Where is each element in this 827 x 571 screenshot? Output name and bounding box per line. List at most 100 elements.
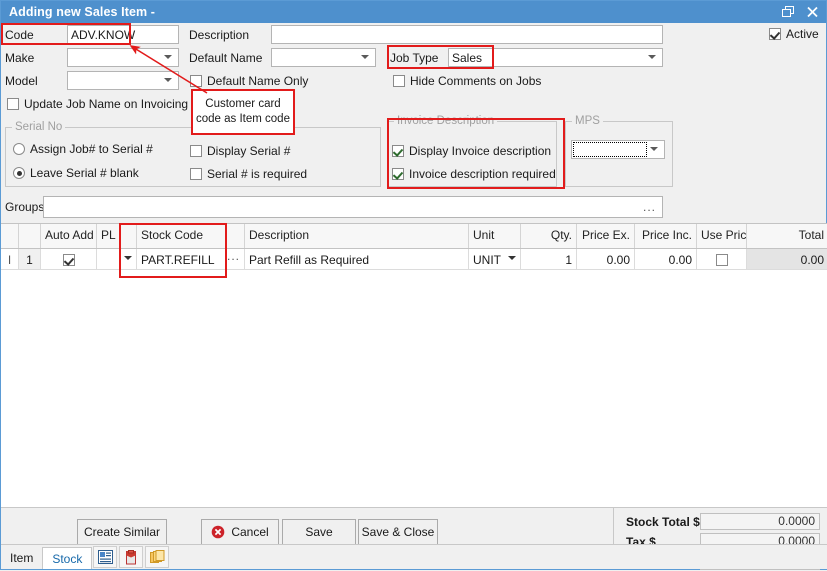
grid-col-description[interactable]: Description: [245, 224, 469, 248]
row-description-cell[interactable]: Part Refill as Required: [245, 249, 469, 269]
display-serial-label: Display Serial #: [207, 144, 291, 158]
default-name-combo[interactable]: [271, 48, 376, 67]
sales-item-window: Adding new Sales Item - Active Code ADV.…: [0, 0, 827, 570]
annotation-callout: Customer card code as Item code: [191, 89, 295, 135]
row-use-price-checkbox[interactable]: [715, 253, 728, 266]
tab-item[interactable]: Item: [1, 547, 42, 569]
grid-col-stock-code[interactable]: Stock Code: [137, 224, 245, 248]
serial-no-caption: Serial No: [12, 121, 66, 133]
assign-job-label: Assign Job# to Serial #: [30, 142, 153, 156]
row-unit-cell[interactable]: UNIT: [469, 249, 521, 269]
row-stock-code-cell[interactable]: PART.REFILL ...: [137, 249, 245, 269]
display-serial-row[interactable]: Display Serial #: [190, 144, 290, 158]
chevron-down-icon: [649, 144, 660, 155]
model-combo[interactable]: [67, 71, 179, 90]
restore-icon[interactable]: [776, 2, 800, 22]
leave-serial-label: Leave Serial # blank: [30, 166, 139, 180]
default-name-only-row[interactable]: Default Name Only: [190, 74, 308, 88]
code-input[interactable]: ADV.KNOW: [67, 25, 179, 44]
hide-comments-row[interactable]: Hide Comments on Jobs: [393, 74, 541, 88]
default-name-label: Default Name: [189, 51, 263, 65]
create-similar-button[interactable]: Create Similar: [77, 519, 167, 545]
grid-col-auto-add[interactable]: Auto Add: [41, 224, 97, 248]
grid-col-rownum: [19, 224, 41, 248]
hide-comments-checkbox[interactable]: [393, 75, 405, 87]
title-bar: Adding new Sales Item -: [1, 1, 826, 23]
row-price-inc-cell[interactable]: 0.00: [635, 249, 697, 269]
description-input[interactable]: [271, 25, 663, 44]
row-price-ex-cell[interactable]: 0.00: [577, 249, 635, 269]
make-label: Make: [5, 51, 35, 65]
details-list-icon[interactable]: [93, 546, 118, 568]
description-label: Description: [189, 28, 250, 42]
grid-col-price-ex[interactable]: Price Ex.: [577, 224, 635, 248]
update-job-name-label: Update Job Name on Invoicing: [24, 97, 189, 111]
chevron-down-icon[interactable]: [508, 256, 516, 260]
active-label: Active: [786, 27, 819, 41]
stock-total-row: Stock Total $ 0.0000: [626, 512, 820, 531]
clipboard-icon[interactable]: [119, 546, 144, 568]
row-use-price-cell[interactable]: [697, 249, 747, 269]
grid-col-qty[interactable]: Qty.: [521, 224, 577, 248]
assign-job-radio[interactable]: [13, 143, 25, 155]
invoice-required-row[interactable]: Invoice description required: [392, 167, 556, 181]
stock-total-label: Stock Total $: [626, 514, 700, 529]
groups-ellipsis-button[interactable]: ...: [643, 199, 656, 215]
display-invoice-row[interactable]: Display Invoice description: [392, 144, 551, 158]
job-type-combo[interactable]: Sales: [448, 48, 663, 67]
make-combo[interactable]: [67, 48, 179, 67]
grid-col-total[interactable]: Total: [747, 224, 827, 248]
row-unit-value: UNIT: [473, 252, 501, 267]
invoice-required-checkbox[interactable]: [392, 168, 404, 180]
close-icon[interactable]: [800, 2, 824, 22]
mps-combo[interactable]: [571, 140, 665, 159]
leave-serial-radio[interactable]: [13, 167, 25, 179]
leave-serial-radio-row[interactable]: Leave Serial # blank: [13, 166, 139, 180]
job-type-label: Job Type: [390, 51, 439, 65]
assign-job-radio-row[interactable]: Assign Job# to Serial #: [13, 142, 153, 156]
chevron-down-icon[interactable]: [124, 256, 132, 260]
items-grid: Auto Add PL Stock Code Description Unit …: [1, 223, 827, 507]
copy-pages-icon[interactable]: [145, 546, 170, 568]
callout-line-1: Customer card: [205, 98, 281, 110]
update-job-name-checkbox[interactable]: [7, 98, 19, 110]
save-close-button[interactable]: Save & Close: [358, 519, 438, 545]
display-invoice-checkbox[interactable]: [392, 145, 404, 157]
row-pl-cell[interactable]: [97, 249, 137, 269]
default-name-only-checkbox[interactable]: [190, 75, 202, 87]
mps-focus-outline: [573, 142, 647, 157]
serial-required-checkbox[interactable]: [190, 168, 202, 180]
grid-col-pl[interactable]: PL: [97, 224, 137, 248]
bottom-tab-strip: Item Stock: [1, 544, 827, 569]
active-checkbox[interactable]: [769, 28, 781, 40]
default-name-only-label: Default Name Only: [207, 74, 309, 88]
grid-col-marker: [1, 224, 19, 248]
cancel-icon: [212, 525, 225, 539]
row-stock-code-value: PART.REFILL: [141, 252, 215, 267]
groups-input[interactable]: ...: [43, 196, 663, 218]
chevron-down-icon: [163, 52, 174, 63]
hide-comments-label: Hide Comments on Jobs: [410, 74, 542, 88]
chevron-down-icon: [360, 52, 371, 63]
save-button[interactable]: Save: [282, 519, 356, 545]
row-auto-add-cell[interactable]: [41, 249, 97, 269]
row-total-cell: 0.00: [747, 249, 827, 269]
display-serial-checkbox[interactable]: [190, 145, 202, 157]
model-label: Model: [5, 74, 38, 88]
row-qty-cell[interactable]: 1: [521, 249, 577, 269]
tab-stock[interactable]: Stock: [42, 547, 93, 569]
grid-col-use-price[interactable]: Use Price: [697, 224, 747, 248]
groups-label: Groups: [5, 200, 45, 214]
serial-required-row[interactable]: Serial # is required: [190, 167, 307, 181]
table-row[interactable]: I 1 PART.REFILL ... Part Refill as Requi…: [1, 249, 827, 270]
active-checkbox-row[interactable]: Active: [769, 27, 819, 41]
row-auto-add-checkbox[interactable]: [62, 253, 75, 266]
job-type-value: Sales: [452, 51, 483, 65]
row-stock-code-ellipsis-button[interactable]: ...: [227, 249, 240, 263]
update-job-name-row[interactable]: Update Job Name on Invoicing: [7, 97, 188, 111]
grid-col-price-inc[interactable]: Price Inc.: [635, 224, 697, 248]
cancel-button-label: Cancel: [231, 525, 269, 539]
grid-col-unit[interactable]: Unit: [469, 224, 521, 248]
cancel-button[interactable]: Cancel: [201, 519, 279, 545]
mps-caption: MPS: [572, 115, 603, 127]
